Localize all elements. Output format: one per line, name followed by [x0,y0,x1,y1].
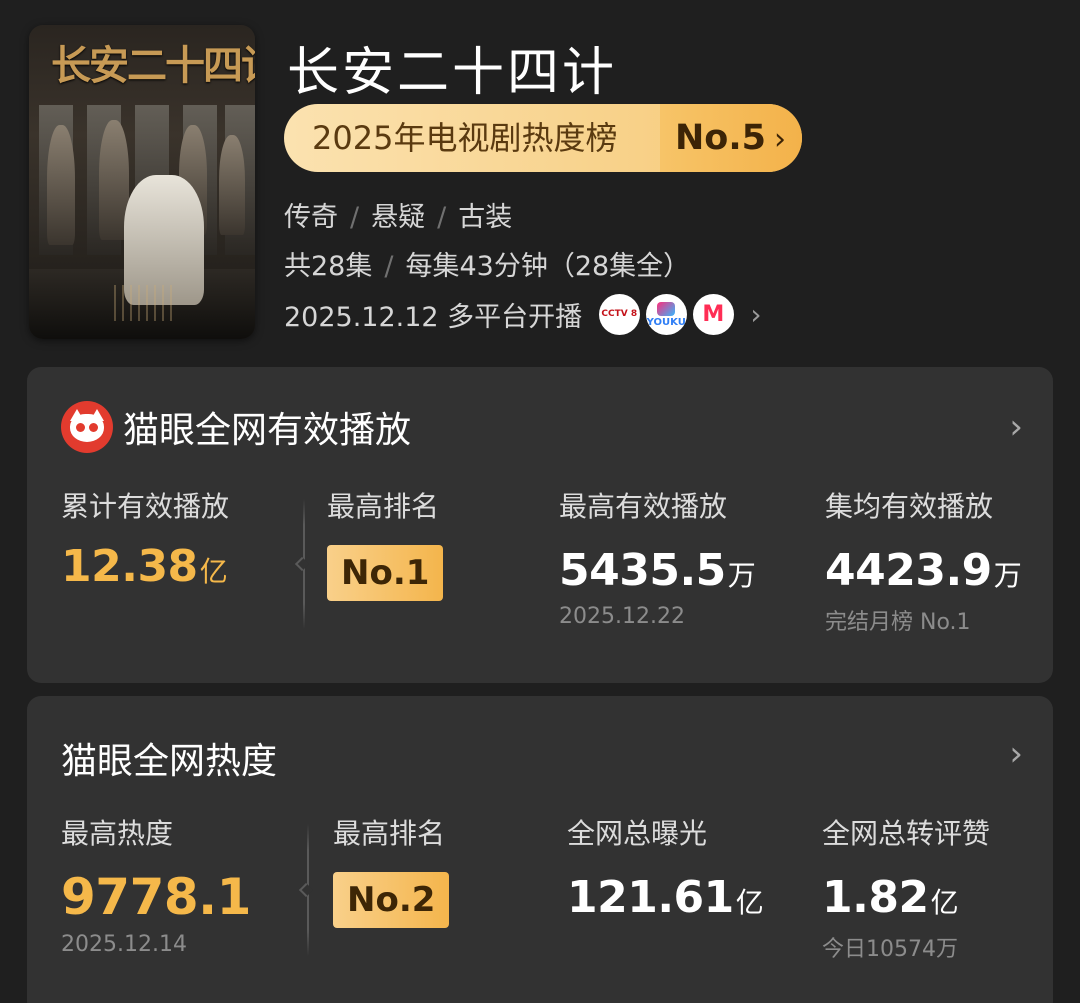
chevron-right-icon[interactable]: › [1009,407,1023,447]
playback-card[interactable]: 猫眼全网有效播放 › 累计有效播放 12.38亿 最高排名 No.1 最高有效播… [27,367,1053,683]
total-playback-stat: 累计有效播放 12.38亿 [61,485,229,592]
ranking-pill[interactable]: 2025年电视剧热度榜 No.5 › [284,104,802,172]
poster-title: 长安二十四计 [51,42,255,89]
cctv-8-icon: CCTV 8 [598,294,640,335]
stat-value: 12.38亿 [61,541,228,592]
premiere-line[interactable]: 2025.12.12 多平台开播 CCTV 8 YOUKU M › [284,294,762,335]
stat-label: 最高热度 [61,817,174,850]
stat-value: 9778.1 [61,868,251,926]
stat-value: 5435.5万 [559,545,756,596]
stat-date: 2025.12.14 [61,932,187,957]
stat-note: 完结月榜 No.1 [825,610,971,635]
stat-value: 121.61亿 [567,872,764,923]
peak-playback-stat: 最高有效播放 5435.5万 2025.12.22 [559,485,756,629]
stat-label: 最高排名 [327,490,440,523]
genre-tag: 传奇 [284,202,338,233]
genre-line: 传奇 / 悬疑 / 古装 [284,202,513,233]
peak-heat-stat: 最高热度 9778.1 2025.12.14 [61,812,251,957]
rank-badge: No.1 [327,545,444,601]
youku-icon: YOUKU [645,294,687,335]
genre-tag: 悬疑 [371,202,426,233]
premiere-text: 2025.12.12 多平台开播 [284,302,583,333]
episode-line: 共28集 / 每集43分钟（28集全） [284,251,691,282]
stat-label: 累计有效播放 [61,490,230,523]
stat-label: 集均有效播放 [825,490,994,523]
stat-label: 最高排名 [333,817,446,850]
chevron-right-icon: › [750,298,762,331]
peak-rank-stat: 最高排名 No.2 [333,812,450,928]
divider [294,499,310,629]
stat-label: 全网总转评赞 [822,817,991,850]
chevron-right-icon: › [774,122,786,157]
peak-rank-stat: 最高排名 No.1 [327,485,444,601]
card-title: 猫眼全网热度 [61,741,278,782]
exposure-stat: 全网总曝光 121.61亿 [567,812,764,923]
ranking-label: 2025年电视剧热度榜 [312,119,618,157]
divider [298,824,314,956]
genre-tag: 古装 [458,202,513,233]
stat-value: 4423.9万 [825,545,1022,596]
ranking-number: No.5 › [660,104,802,172]
stat-label: 最高有效播放 [559,490,728,523]
engagement-stat: 全网总转评赞 1.82亿 今日10574万 [822,812,990,963]
stat-date: 2025.12.22 [559,604,685,629]
heat-card[interactable]: 猫眼全网热度 › 最高热度 9778.1 2025.12.14 最高排名 No.… [27,696,1053,1003]
chevron-right-icon[interactable]: › [1009,734,1023,774]
rank-badge: No.2 [333,872,450,928]
ranking-number-text: No.5 [675,118,766,158]
episode-length: 每集43分钟（28集全） [405,251,691,282]
episode-count: 共28集 [284,251,373,282]
card-title: 猫眼全网有效播放 [123,410,412,451]
page-title: 长安二十四计 [287,43,618,103]
show-poster[interactable]: 长安二十四计 [29,25,255,339]
stat-note: 今日10574万 [822,937,958,962]
mgtv-icon: M [692,294,734,335]
avg-playback-stat: 集均有效播放 4423.9万 完结月榜 No.1 [825,485,1022,636]
maoyan-cat-logo-icon [61,401,113,453]
stat-label: 全网总曝光 [567,817,708,850]
stat-value: 1.82亿 [822,872,959,923]
